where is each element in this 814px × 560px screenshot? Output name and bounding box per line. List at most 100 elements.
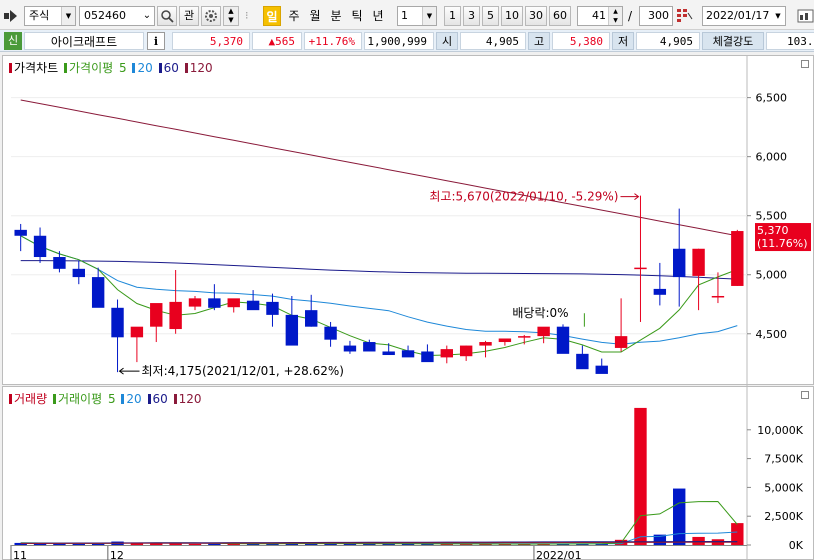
period-tick[interactable]: 틱 bbox=[348, 6, 366, 26]
volume-bar[interactable] bbox=[634, 407, 647, 545]
candle-body[interactable] bbox=[188, 298, 202, 307]
interval-select[interactable]: 1 ▼ bbox=[397, 6, 437, 26]
volume-bar[interactable] bbox=[692, 536, 705, 545]
candle-body[interactable] bbox=[440, 349, 453, 358]
panel-maximize-icon[interactable] bbox=[801, 60, 809, 68]
spin-down-icon[interactable]: ▼ bbox=[224, 16, 238, 25]
candle-body[interactable] bbox=[518, 336, 531, 338]
low-annotation: 최저:4,175(2021/12/01, +28.62%) bbox=[142, 364, 344, 378]
legend-vma20: 20 bbox=[126, 392, 142, 406]
vma120-line bbox=[20, 541, 738, 544]
volume-tick-label: 0K bbox=[789, 539, 804, 552]
candle-body[interactable] bbox=[634, 267, 647, 270]
last-percent-label: (11.76%) bbox=[757, 237, 808, 250]
stock-info-button[interactable]: i bbox=[147, 32, 165, 50]
date-select[interactable]: 2022/01/17 ▼ bbox=[702, 6, 786, 26]
interval-1-button[interactable]: 1 bbox=[444, 6, 461, 26]
count-value: 41 bbox=[592, 9, 606, 22]
toolbar: 주식 ▼ 052460 ⌄ 관 ▲ ▼ ⁝ 일 주 월 분 틱 년 1 ▼ 1 … bbox=[0, 0, 814, 30]
quote-info-row: 신 아이크래프트 i 5,370 ▲565 +11.76% 1,900,999 … bbox=[0, 30, 814, 52]
candle-body[interactable] bbox=[130, 326, 144, 338]
candle-body[interactable] bbox=[227, 298, 240, 308]
candle-body[interactable] bbox=[363, 342, 376, 352]
panel-maximize-icon[interactable] bbox=[801, 391, 809, 399]
candle-body[interactable] bbox=[305, 310, 318, 327]
candle-body[interactable] bbox=[285, 314, 299, 346]
candle-body[interactable] bbox=[208, 298, 221, 308]
interval-3-button[interactable]: 3 bbox=[463, 6, 480, 26]
stock-name[interactable]: 아이크래프트 bbox=[24, 32, 144, 50]
candle-body[interactable] bbox=[150, 303, 163, 327]
search-icon bbox=[160, 10, 174, 24]
candle-body[interactable] bbox=[614, 336, 628, 348]
stock-code-input[interactable]: 052460 ⌄ bbox=[79, 6, 155, 26]
volume-bar[interactable] bbox=[72, 543, 85, 545]
count-spinner-icon[interactable]: ▲ ▼ bbox=[608, 7, 622, 25]
candle-body[interactable] bbox=[653, 288, 667, 295]
volume-chart[interactable]: 0K 2,500K 5,000K 7,500K 10,000K 11 12 2022/01 bbox=[3, 387, 814, 560]
ma20-line bbox=[20, 235, 738, 345]
candle-body[interactable] bbox=[169, 301, 182, 330]
gear-icon bbox=[204, 10, 218, 24]
price-chart[interactable]: 4,500 5,000 5,500 6,000 6,500 최고:5,670(2022/0… bbox=[3, 56, 814, 386]
period-minute[interactable]: 분 bbox=[327, 6, 345, 26]
candle-body[interactable] bbox=[53, 257, 66, 269]
price-tick-label: 5,500 bbox=[756, 210, 788, 223]
candle-body[interactable] bbox=[246, 300, 260, 311]
candle-body[interactable] bbox=[324, 326, 337, 340]
candle-body[interactable] bbox=[421, 351, 434, 363]
volume-bar[interactable] bbox=[673, 488, 686, 545]
menu-arrow-icon[interactable] bbox=[4, 9, 22, 23]
candle-body[interactable] bbox=[673, 248, 686, 278]
candle-body[interactable] bbox=[459, 345, 473, 357]
candle-body[interactable] bbox=[498, 338, 512, 343]
prev-next-spinner[interactable]: ▲ ▼ bbox=[223, 6, 239, 26]
candle-body[interactable] bbox=[556, 326, 570, 354]
candle-body[interactable] bbox=[343, 345, 357, 352]
volume-bar[interactable] bbox=[169, 543, 182, 545]
low-label: 저 bbox=[612, 32, 634, 50]
volume-tick-label: 10,000K bbox=[757, 424, 803, 437]
candle-body[interactable] bbox=[382, 351, 395, 356]
candle-body[interactable] bbox=[692, 248, 705, 276]
interval-30-button[interactable]: 30 bbox=[525, 6, 547, 26]
legend-marker bbox=[52, 394, 56, 404]
candle-body[interactable] bbox=[479, 342, 492, 346]
settings-button[interactable] bbox=[201, 6, 221, 26]
search-button[interactable] bbox=[157, 6, 177, 26]
candle-body[interactable] bbox=[266, 301, 279, 315]
candle-body[interactable] bbox=[595, 365, 608, 374]
legend-marker bbox=[64, 63, 67, 73]
candle-body[interactable] bbox=[731, 231, 744, 286]
count-total-input[interactable]: 300 bbox=[639, 6, 673, 26]
candle-body[interactable] bbox=[111, 307, 124, 338]
watchlist-button[interactable]: 관 bbox=[179, 6, 199, 26]
period-year[interactable]: 년 bbox=[369, 6, 387, 26]
candle-body[interactable] bbox=[72, 268, 85, 278]
price-legend: 가격차트 가격이평 5 20 60 120 bbox=[9, 59, 215, 76]
candle-body[interactable] bbox=[576, 353, 589, 370]
legend-marker bbox=[184, 63, 188, 73]
legend-marker bbox=[9, 63, 12, 73]
candle-body[interactable] bbox=[711, 295, 725, 298]
candle-body[interactable] bbox=[14, 229, 27, 236]
candle-body[interactable] bbox=[537, 326, 550, 337]
period-month[interactable]: 월 bbox=[306, 6, 324, 26]
volume-chart-panel[interactable]: 0K 2,500K 5,000K 7,500K 10,000K 11 12 2022/01 거… bbox=[2, 386, 814, 560]
period-day[interactable]: 일 bbox=[263, 6, 281, 26]
spin-up-icon[interactable]: ▲ bbox=[224, 7, 238, 16]
volume-bar[interactable] bbox=[188, 543, 202, 545]
candle-body[interactable] bbox=[401, 350, 415, 358]
legend-ma-label: 가격이평 bbox=[69, 61, 114, 75]
market-select[interactable]: 주식 ▼ bbox=[24, 6, 76, 26]
price-chart-panel[interactable]: 4,500 5,000 5,500 6,000 6,500 최고:5,670(2022/0… bbox=[2, 55, 814, 386]
count-input[interactable]: 41 ▲ ▼ bbox=[577, 6, 623, 26]
interval-10-button[interactable]: 10 bbox=[501, 6, 523, 26]
period-week[interactable]: 주 bbox=[285, 6, 303, 26]
candle-body[interactable] bbox=[91, 277, 105, 308]
legend-marker bbox=[9, 394, 12, 404]
x-tick-label: 12 bbox=[110, 549, 124, 560]
candle-body[interactable] bbox=[33, 235, 47, 258]
interval-60-button[interactable]: 60 bbox=[549, 6, 571, 26]
interval-5-button[interactable]: 5 bbox=[482, 6, 499, 26]
